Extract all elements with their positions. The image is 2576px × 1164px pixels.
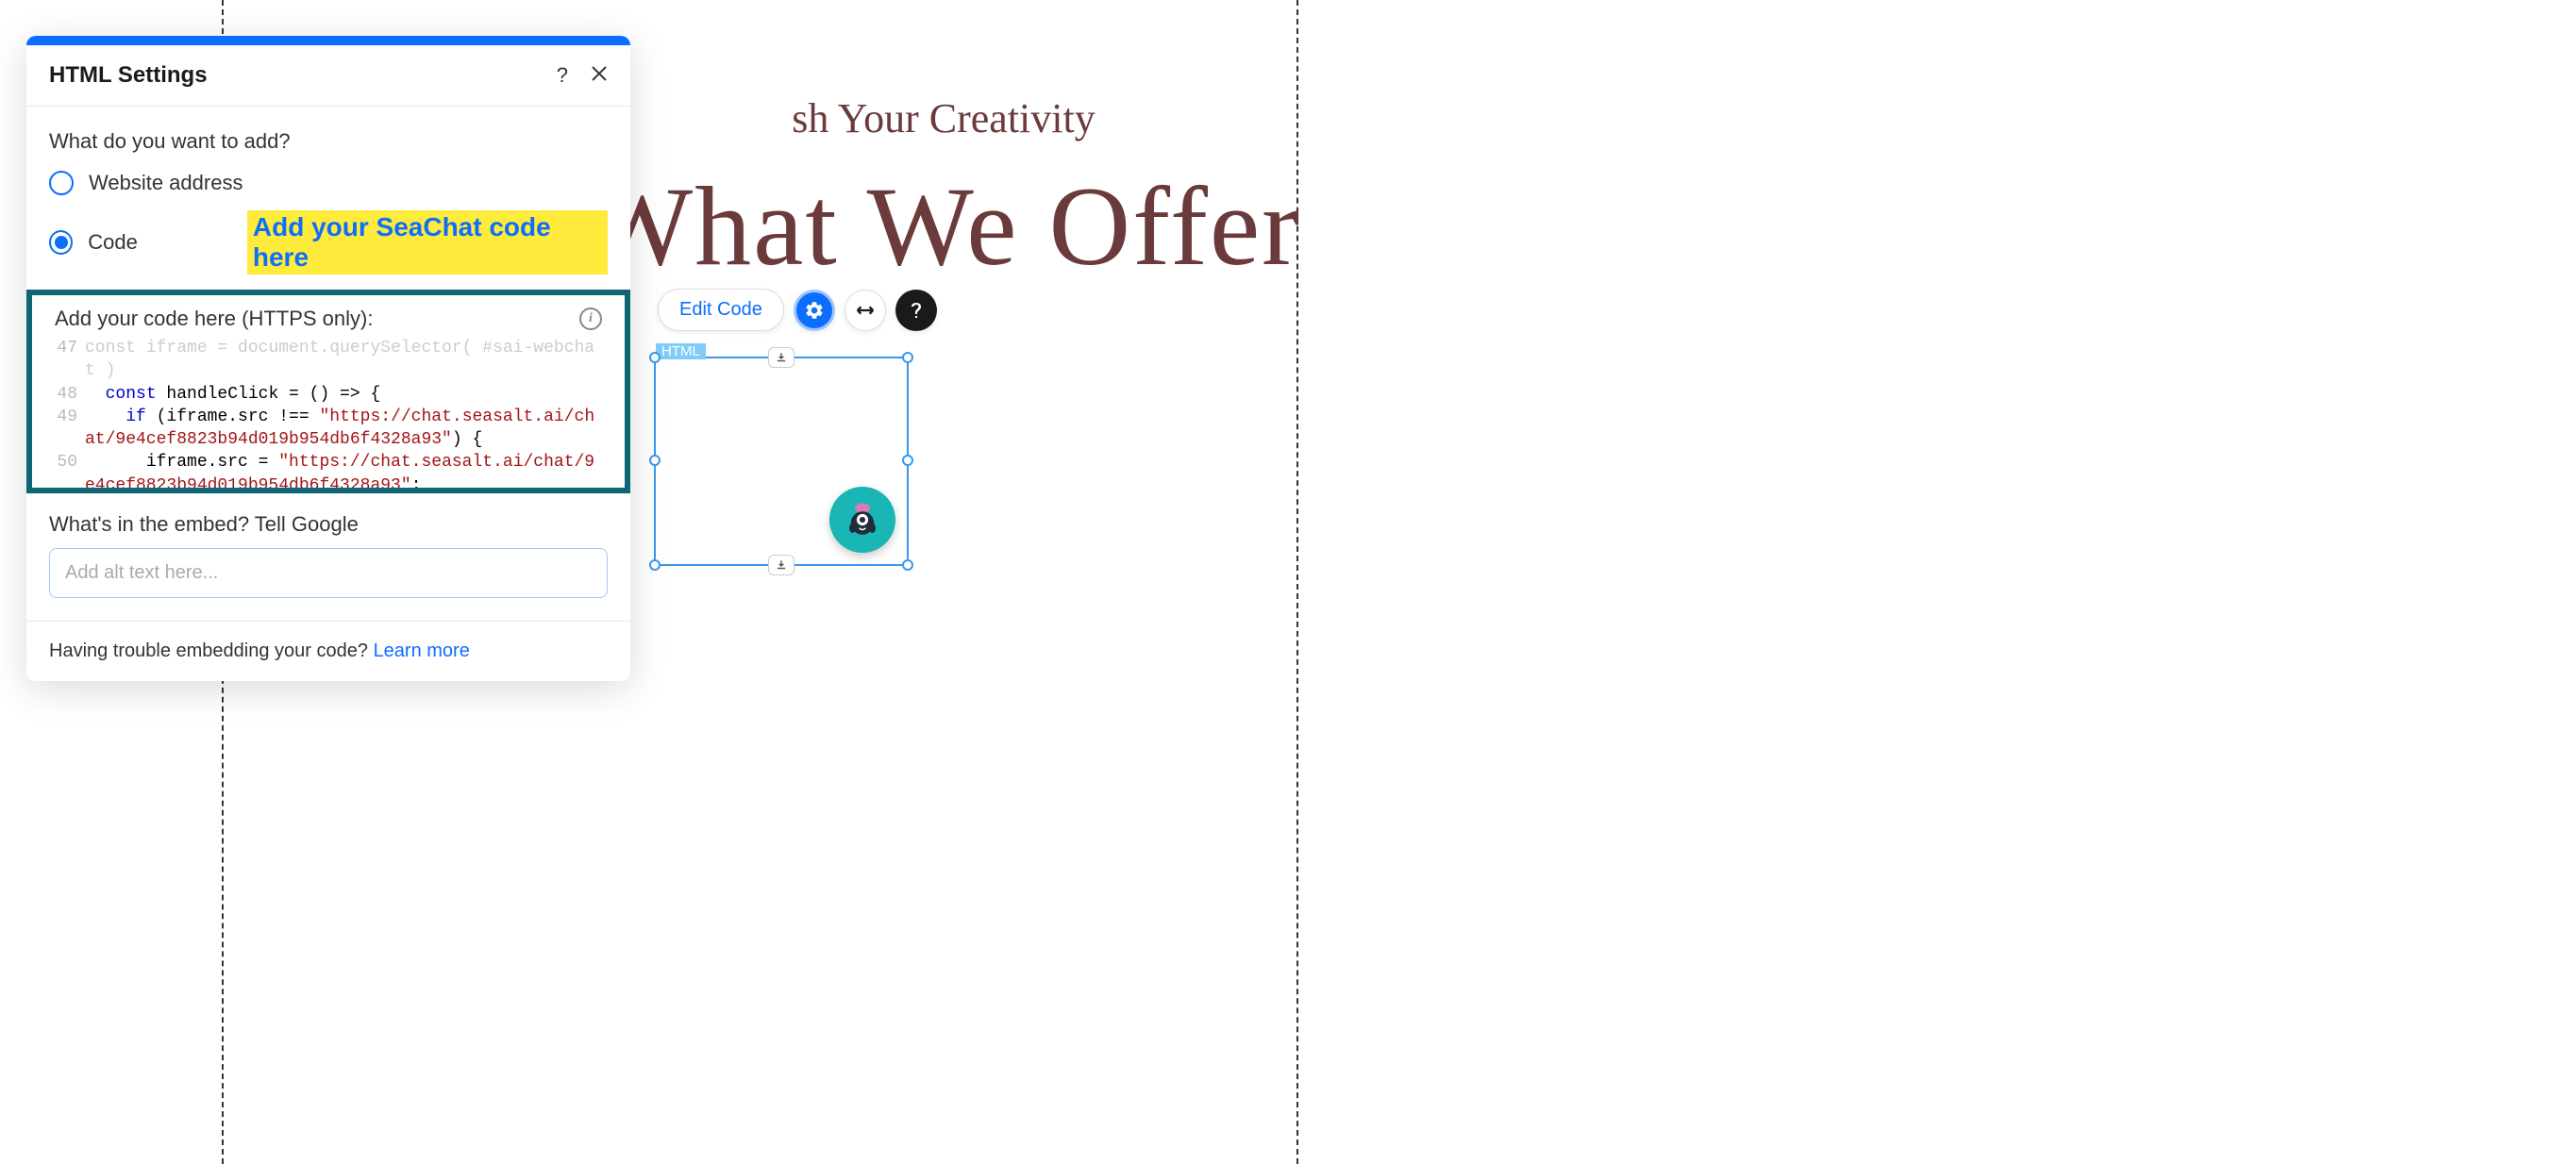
question-icon <box>910 301 923 320</box>
code-line-content: if (iframe.src !== "https://chat.seasalt… <box>85 406 602 452</box>
resize-handle-br[interactable] <box>902 559 913 571</box>
seachat-bubble[interactable] <box>829 487 895 553</box>
line-number: 47 <box>55 337 85 383</box>
radio-code-row[interactable]: Code Add your SeaChat code here <box>49 210 608 274</box>
code-section-highlighted: Add your code here (HTTPS only): i 47 co… <box>26 290 630 493</box>
settings-button[interactable] <box>794 290 835 331</box>
dialog-help-icon[interactable]: ? <box>557 63 568 88</box>
code-editor[interactable]: 47 const iframe = document.querySelector… <box>55 337 602 488</box>
gear-icon <box>804 300 825 321</box>
html-settings-dialog: HTML Settings ? What do you want to add?… <box>26 36 630 681</box>
resize-handle-bl[interactable] <box>649 559 661 571</box>
guide-line-right <box>1296 0 1298 1164</box>
radio-website-label: Website address <box>89 171 243 195</box>
radio-website[interactable] <box>49 171 74 195</box>
edit-code-button[interactable]: Edit Code <box>658 289 784 331</box>
radio-website-row[interactable]: Website address <box>49 171 608 195</box>
html-element-selection[interactable]: HTML <box>654 357 909 566</box>
dialog-footer: Having trouble embedding your code? Lear… <box>26 621 630 681</box>
line-number: 50 <box>55 451 85 488</box>
mascot-icon <box>843 500 882 540</box>
drag-handle-bottom[interactable] <box>768 555 795 575</box>
stretch-button[interactable] <box>845 290 886 331</box>
drag-handle-top[interactable] <box>768 347 795 368</box>
close-icon[interactable] <box>591 63 608 88</box>
question-label: What do you want to add? <box>49 129 608 154</box>
resize-handle-tl[interactable] <box>649 352 661 363</box>
resize-handle-ml[interactable] <box>649 455 661 466</box>
help-button[interactable] <box>895 290 937 331</box>
alt-text-input[interactable] <box>49 548 608 598</box>
annotation-label: Add your SeaChat code here <box>247 210 608 274</box>
code-line-content: const handleClick = () => { <box>85 383 602 406</box>
dialog-header: HTML Settings ? <box>26 45 630 107</box>
dialog-title: HTML Settings <box>49 62 208 89</box>
code-line-content: const iframe = document.querySelector( #… <box>85 337 602 383</box>
stretch-icon <box>855 300 876 321</box>
learn-more-link[interactable]: Learn more <box>374 640 470 661</box>
radio-code[interactable] <box>49 230 73 255</box>
line-number: 49 <box>55 406 85 452</box>
download-icon <box>775 351 788 364</box>
dialog-accent-bar <box>26 36 630 45</box>
alt-text-label: What's in the embed? Tell Google <box>49 512 608 537</box>
code-section-label: Add your code here (HTTPS only): <box>55 307 373 331</box>
radio-code-label: Code <box>88 230 138 255</box>
resize-handle-tr[interactable] <box>902 352 913 363</box>
download-icon <box>775 558 788 572</box>
edit-toolbar: Edit Code <box>658 289 937 331</box>
info-icon[interactable]: i <box>579 308 602 330</box>
line-number: 48 <box>55 383 85 406</box>
code-line-content: iframe.src = "https://chat.seasalt.ai/ch… <box>85 451 602 488</box>
resize-handle-mr[interactable] <box>902 455 913 466</box>
footer-text: Having trouble embedding your code? <box>49 640 374 661</box>
selection-tag: HTML <box>656 343 706 359</box>
